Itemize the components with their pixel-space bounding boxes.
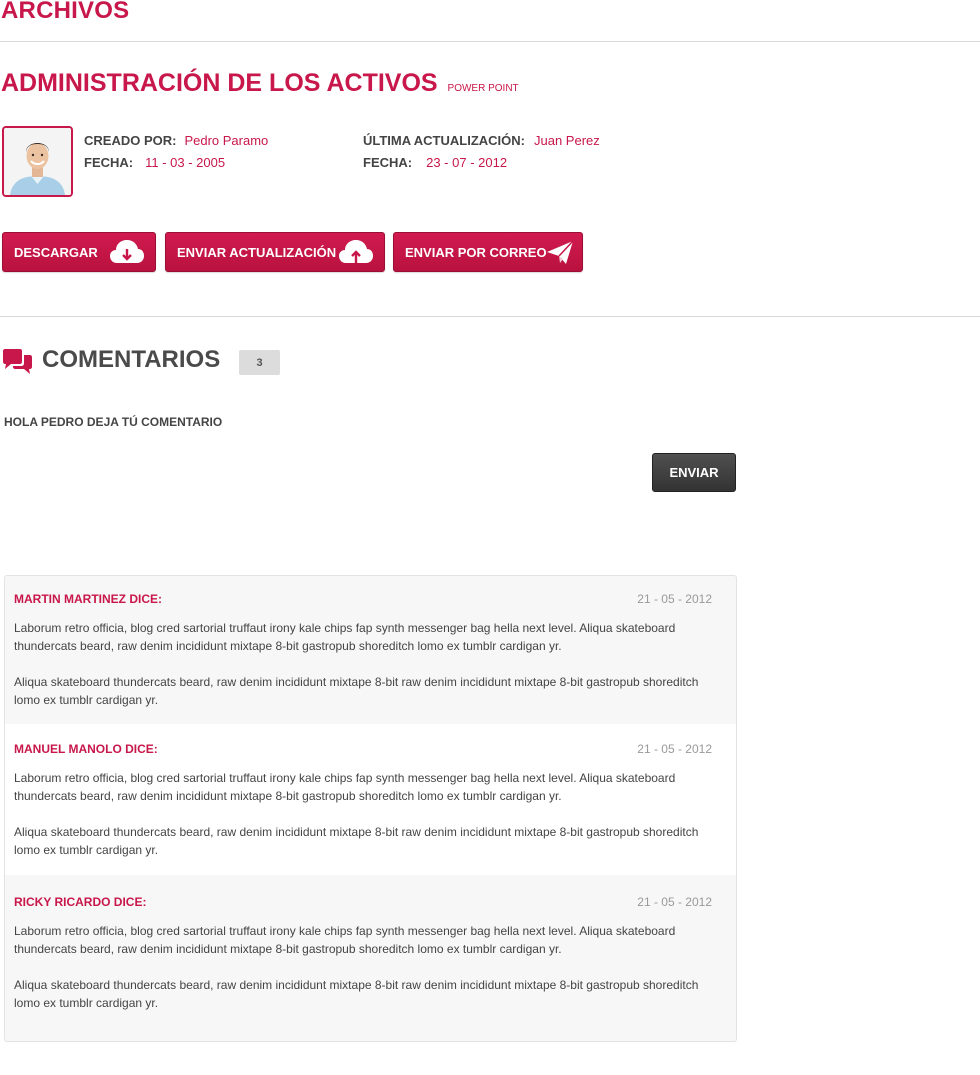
upload-update-button[interactable]: ENVIAR ACTUALIZACIÓN — [165, 232, 385, 272]
comment-count-badge: 3 — [239, 350, 280, 375]
actions-divider — [0, 316, 980, 317]
comment-date: 21 - 05 - 2012 — [637, 592, 712, 606]
created-by-value: Pedro Paramo — [184, 133, 269, 148]
header-divider — [0, 41, 980, 42]
created-by: CREADO POR: Pedro Paramo — [84, 133, 268, 148]
created-date-value: 11 - 03 - 2005 — [145, 155, 226, 170]
download-button-label: DESCARGAR — [14, 244, 98, 260]
comment-item: MARTIN MARTINEZ DICE: 21 - 05 - 2012 Lab… — [5, 576, 736, 724]
send-email-button-label: ENVIAR POR CORREO — [405, 244, 547, 260]
updated-by-label: ÚLTIMA ACTUALIZACIÓN: — [363, 133, 525, 148]
comment-prompt: HOLA PEDRO DEJA TÚ COMENTARIO — [4, 415, 223, 429]
updated-date: FECHA: 23 - 07 - 2012 — [363, 155, 507, 170]
comment-author: MARTIN MARTINEZ DICE: — [14, 592, 162, 606]
comment-author: RICKY RICARDO DICE: — [14, 895, 147, 909]
updated-by: ÚLTIMA ACTUALIZACIÓN: Juan Perez — [363, 133, 600, 148]
comment-input[interactable] — [4, 436, 644, 496]
chat-bubbles-icon — [3, 349, 32, 374]
comment-text: Laborum retro officia, blog cred sartori… — [14, 771, 676, 803]
comment-item: RICKY RICARDO DICE: 21 - 05 - 2012 Labor… — [5, 875, 736, 1041]
cloud-download-icon — [110, 240, 144, 263]
comments-title: COMENTARIOS — [42, 346, 221, 373]
comment-text: Laborum retro officia, blog cred sartori… — [14, 621, 676, 653]
download-button[interactable]: DESCARGAR — [2, 232, 156, 272]
updated-date-value: 23 - 07 - 2012 — [426, 155, 508, 170]
avatar — [2, 126, 73, 197]
document-title-text: ADMINISTRACIÓN DE LOS ACTIVOS — [1, 69, 438, 97]
updated-by-value: Juan Perez — [534, 133, 600, 148]
created-date: FECHA: 11 - 03 - 2005 — [84, 155, 225, 170]
send-comment-button[interactable]: ENVIAR — [652, 453, 736, 492]
created-date-label: FECHA: — [84, 155, 134, 170]
updated-date-label: FECHA: — [363, 155, 413, 170]
comment-date: 21 - 05 - 2012 — [637, 742, 712, 756]
comment-text: Aliqua skateboard thundercats beard, raw… — [14, 978, 699, 1010]
comment-text: Laborum retro officia, blog cred sartori… — [14, 924, 676, 956]
comment-list: MARTIN MARTINEZ DICE: 21 - 05 - 2012 Lab… — [4, 575, 737, 1042]
comment-item: MANUEL MANOLO DICE: 21 - 05 - 2012 Labor… — [5, 724, 736, 875]
comment-text: Aliqua skateboard thundercats beard, raw… — [14, 675, 699, 707]
comment-author: MANUEL MANOLO DICE: — [14, 742, 158, 756]
comment-text: Aliqua skateboard thundercats beard, raw… — [14, 825, 699, 857]
upload-update-button-label: ENVIAR ACTUALIZACIÓN — [177, 244, 337, 260]
user-photo — [4, 128, 71, 195]
send-email-button[interactable]: ENVIAR POR CORREO — [393, 232, 583, 272]
comment-date: 21 - 05 - 2012 — [637, 895, 712, 909]
document-title: ADMINISTRACIÓN DE LOS ACTIVOS POWER POIN… — [1, 69, 519, 98]
created-by-label: CREADO POR: — [84, 133, 177, 148]
document-type: POWER POINT — [447, 83, 519, 94]
paper-plane-icon — [547, 240, 574, 264]
page-title: ARCHIVOS — [1, 0, 130, 24]
cloud-upload-icon — [339, 240, 373, 263]
